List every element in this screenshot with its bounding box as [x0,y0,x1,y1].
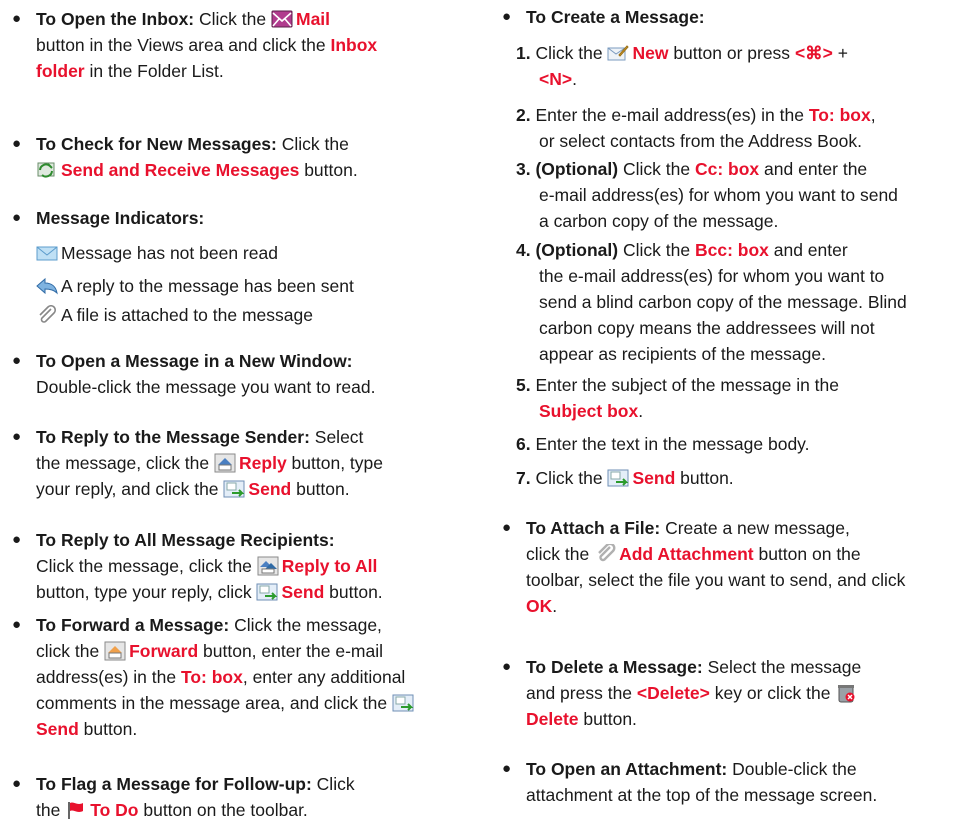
send-icon [607,468,629,488]
delete-trash-icon [835,683,857,703]
create-step-7: 7. Click the Send button. [516,468,734,488]
reply-all-icon [257,556,279,576]
delete-message-section: ● To Delete a Message: Select the messag… [502,654,961,732]
bullet-icon: ● [12,10,22,27]
mail-icon [271,9,293,29]
create-step-5: 5. Enter the subject of the message in t… [516,375,839,421]
create-step-3: 3. (Optional) Click the Cc: box and ente… [516,159,898,231]
bullet-icon: ● [12,616,22,633]
bullet-icon: ● [12,531,22,548]
open-attachment-section: ● To Open an Attachment: Double-click th… [502,756,961,808]
bullet-icon: ● [502,760,512,777]
create-step-6: 6. Enter the text in the message body. [516,434,810,454]
reply-arrow-icon [36,276,58,296]
send-icon [223,479,245,499]
create-message-section: ● To Create a Message: [502,4,954,30]
new-message-icon [607,43,630,63]
reply-sender-section: ● To Reply to the Message Sender: Select… [12,424,464,502]
bullet-icon: ● [502,658,512,675]
section-heading: To Open the Inbox: [36,9,195,29]
indicator-attached: A file is attached to the message [36,302,313,328]
attach-file-section: ● To Attach a File: Create a new message… [502,515,961,619]
indicator-replied: A reply to the message has been sent [36,273,354,299]
forward-section: ● To Forward a Message: Click the messag… [12,612,474,742]
bullet-icon: ● [12,209,22,226]
indicators-section: ● Message Indicators: [12,205,464,231]
new-window-section: ● To Open a Message in a New Window: Dou… [12,348,464,400]
send-receive-icon [36,160,58,180]
open-inbox-section: ● To Open the Inbox: Click the Mail butt… [12,6,464,84]
envelope-unread-icon [36,243,58,263]
create-step-2: 2. Enter the e-mail address(es) in the T… [516,105,876,151]
bullet-icon: ● [12,428,22,445]
reply-all-section: ● To Reply to All Message Recipients: Cl… [12,527,464,605]
forward-icon [104,641,126,661]
bullet-icon: ● [12,352,22,369]
bullet-icon: ● [12,135,22,152]
create-step-1: 1. Click the New button or press <⌘> + <… [516,43,848,89]
flag-section: ● To Flag a Message for Follow-up: Click… [12,771,464,823]
flag-icon [65,800,87,820]
add-attachment-icon [594,544,616,564]
bullet-icon: ● [12,775,22,792]
bullet-icon: ● [502,519,512,536]
send-icon [256,582,278,602]
bullet-icon: ● [502,8,512,25]
indicator-unread: Message has not been read [36,240,278,266]
create-step-4: 4. (Optional) Click the Bcc: box and ent… [516,240,907,364]
paperclip-icon [36,305,58,325]
send-icon [392,693,414,713]
check-new-section: ● To Check for New Messages: Click the S… [12,131,464,183]
reply-icon [214,453,236,473]
